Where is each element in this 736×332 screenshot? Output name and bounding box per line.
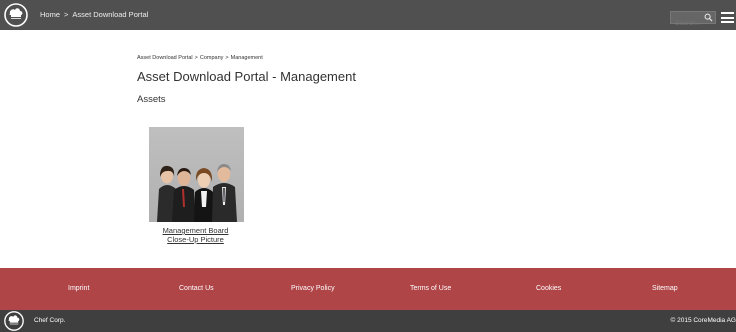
- asset-thumbnail-image[interactable]: [149, 127, 244, 222]
- search-box[interactable]: [670, 11, 716, 29]
- top-breadcrumb: Home > Asset Download Portal: [40, 0, 148, 30]
- asset-caption-line1: Management Board: [162, 226, 229, 235]
- footer-link-imprint[interactable]: Imprint: [68, 268, 89, 310]
- chef-hat-logo-icon[interactable]: [4, 311, 24, 331]
- breadcrumb-separator: >: [225, 55, 229, 61]
- footer-link-privacy[interactable]: Privacy Policy: [291, 268, 335, 310]
- footer-link-sitemap[interactable]: Sitemap: [652, 268, 678, 310]
- search-input[interactable]: [671, 18, 703, 29]
- footer-link-terms[interactable]: Terms of Use: [410, 268, 451, 310]
- breadcrumb-separator: >: [64, 10, 69, 19]
- asset-download-link[interactable]: Management Board Close-Up Picture: [148, 226, 243, 244]
- page-title: Asset Download Portal - Management: [137, 69, 356, 84]
- home-link[interactable]: Home: [40, 10, 60, 19]
- breadcrumb-item-portal[interactable]: Asset Download Portal: [137, 55, 193, 61]
- footer-link-contact[interactable]: Contact Us: [179, 268, 214, 310]
- footer-navigation: Imprint Contact Us Privacy Policy Terms …: [0, 268, 736, 310]
- asset-card[interactable]: Management Board Close-Up Picture: [149, 127, 244, 244]
- hamburger-menu-icon[interactable]: [721, 12, 734, 23]
- breadcrumb-item-management: Management: [230, 55, 263, 61]
- copyright-text: © 2015 CoreMedia AG: [670, 317, 736, 324]
- top-navigation-bar: Home > Asset Download Portal: [0, 0, 736, 30]
- breadcrumb-item-company[interactable]: Company: [200, 55, 224, 61]
- breadcrumb: Asset Download Portal > Company > Management: [137, 55, 263, 61]
- asset-caption-line2: Close-Up Picture: [167, 235, 224, 244]
- chef-hat-logo-icon[interactable]: [4, 3, 28, 27]
- magnifier-icon[interactable]: [704, 13, 713, 22]
- assets-section-title: Assets: [137, 94, 166, 105]
- current-portal-label: Asset Download Portal: [72, 10, 149, 19]
- footer-link-cookies[interactable]: Cookies: [536, 268, 561, 310]
- bottom-bar: Chef Corp. © 2015 CoreMedia AG: [0, 310, 736, 332]
- company-name: Chef Corp.: [34, 317, 66, 324]
- breadcrumb-separator: >: [194, 55, 198, 61]
